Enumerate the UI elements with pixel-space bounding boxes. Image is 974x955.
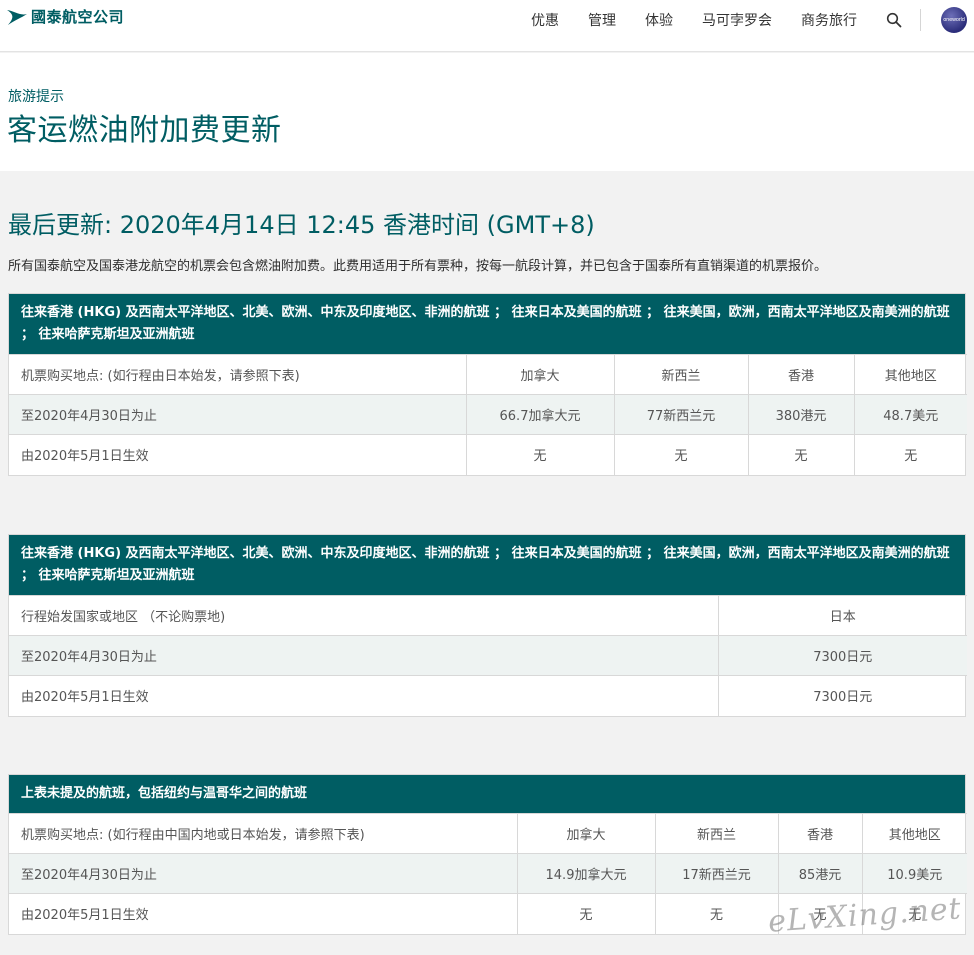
table-cell: 至2020年4月30日为止 [9,394,466,435]
table-cell: 新西兰 [613,354,748,395]
table-header-row: 机票购买地点: (如行程由中国内地或日本始发，请参照下表) 加拿大 新西兰 香港… [9,813,967,854]
table-header-row: 行程始发国家或地区 （不论购票地) 日本 [9,595,967,636]
cathay-logo[interactable]: 國泰航空公司 [6,6,124,27]
table-row: 由2020年5月1日生效 无 无 无 无 [9,434,967,475]
table-cell: 加拿大 [516,813,655,854]
breadcrumb[interactable]: 旅游提示 [8,86,64,106]
search-icon[interactable] [886,12,902,28]
table-cell: 由2020年5月1日生效 [9,675,718,716]
main-nav: 优惠 管理 体验 马可孛罗会 商务旅行 oneworld [531,0,974,40]
table-cell: 由2020年5月1日生效 [9,893,517,934]
table-cell: 无 [853,434,967,475]
table-header-row: 机票购买地点: (如行程由日本始发，请参照下表) 加拿大 新西兰 香港 其他地区 [9,354,967,395]
table-heading: 往来香港 (HKG) 及西南太平洋地区、北美、欧洲、中东及印度地区、非洲的航班 … [9,535,965,595]
table-cell: 380港元 [747,394,854,435]
nav-divider [920,9,921,31]
intro-text: 所有国泰航空及国泰港龙航空的机票会包含燃油附加费。此费用适用于所有票种，按每一航… [8,259,828,274]
table-cell: 香港 [747,354,854,395]
table-cell: 10.9美元 [861,853,967,894]
table-cell: 由2020年5月1日生效 [9,434,466,475]
oneworld-logo[interactable]: oneworld [941,7,967,33]
nav-item-manage[interactable]: 管理 [588,10,616,30]
table-cell: 无 [516,893,655,934]
nav-item-marco-polo[interactable]: 马可孛罗会 [702,10,772,30]
table-cell: 66.7加拿大元 [465,394,614,435]
table-cell: 7300日元 [717,635,967,676]
table-cell: 至2020年4月30日为止 [9,635,718,676]
table-row: 由2020年5月1日生效 7300日元 [9,675,967,716]
table-cell: 日本 [717,595,967,636]
surcharge-table-1: 往来香港 (HKG) 及西南太平洋地区、北美、欧洲、中东及印度地区、非洲的航班 … [8,293,967,476]
table-cell: 机票购买地点: (如行程由中国内地或日本始发，请参照下表) [9,813,517,854]
table-cell: 至2020年4月30日为止 [9,853,517,894]
table-cell: 香港 [777,813,862,854]
table-cell: 17新西兰元 [654,853,778,894]
nav-item-offers[interactable]: 优惠 [531,10,559,30]
table-cell: 48.7美元 [853,394,967,435]
table-row: 至2020年4月30日为止 66.7加拿大元 77新西兰元 380港元 48.7… [9,394,967,435]
surcharge-table-2: 往来香港 (HKG) 及西南太平洋地区、北美、欧洲、中东及印度地区、非洲的航班 … [8,534,967,717]
table-cell: 77新西兰元 [613,394,748,435]
page-title: 客运燃油附加费更新 [7,113,282,148]
brand-name: 國泰航空公司 [31,8,125,26]
table-cell: 机票购买地点: (如行程由日本始发，请参照下表) [9,354,466,395]
table-row: 至2020年4月30日为止 7300日元 [9,635,967,676]
table-cell: 85港元 [777,853,862,894]
last-updated-heading: 最后更新: 2020年4月14日 12:45 香港时间 (GMT+8) [8,211,595,239]
table-cell: 新西兰 [654,813,778,854]
fare-table: 机票购买地点: (如行程由日本始发，请参照下表) 加拿大 新西兰 香港 其他地区… [9,354,967,475]
table-cell: 行程始发国家或地区 （不论购票地) [9,595,718,636]
table-heading: 往来香港 (HKG) 及西南太平洋地区、北美、欧洲、中东及印度地区、非洲的航班 … [9,294,965,354]
table-row: 至2020年4月30日为止 14.9加拿大元 17新西兰元 85港元 10.9美… [9,853,967,894]
brushwing-icon [7,9,27,25]
nav-item-experience[interactable]: 体验 [645,10,673,30]
table-cell: 无 [747,434,854,475]
nav-item-business-travel[interactable]: 商务旅行 [801,10,857,30]
page-hero: 旅游提示 客运燃油附加费更新 [0,53,974,171]
table-cell: 无 [613,434,748,475]
table-cell: 加拿大 [465,354,614,395]
table-cell: 无 [465,434,614,475]
top-navigation-bar: 國泰航空公司 优惠 管理 体验 马可孛罗会 商务旅行 oneworld [0,0,974,52]
table-cell: 其他地区 [861,813,967,854]
fare-table: 行程始发国家或地区 （不论购票地) 日本 至2020年4月30日为止 7300日… [9,595,967,716]
table-cell: 无 [654,893,778,934]
table-cell: 14.9加拿大元 [516,853,655,894]
table-cell: 7300日元 [717,675,967,716]
table-cell: 其他地区 [853,354,967,395]
table-heading: 上表未提及的航班，包括纽约与温哥华之间的航班 [9,775,965,813]
